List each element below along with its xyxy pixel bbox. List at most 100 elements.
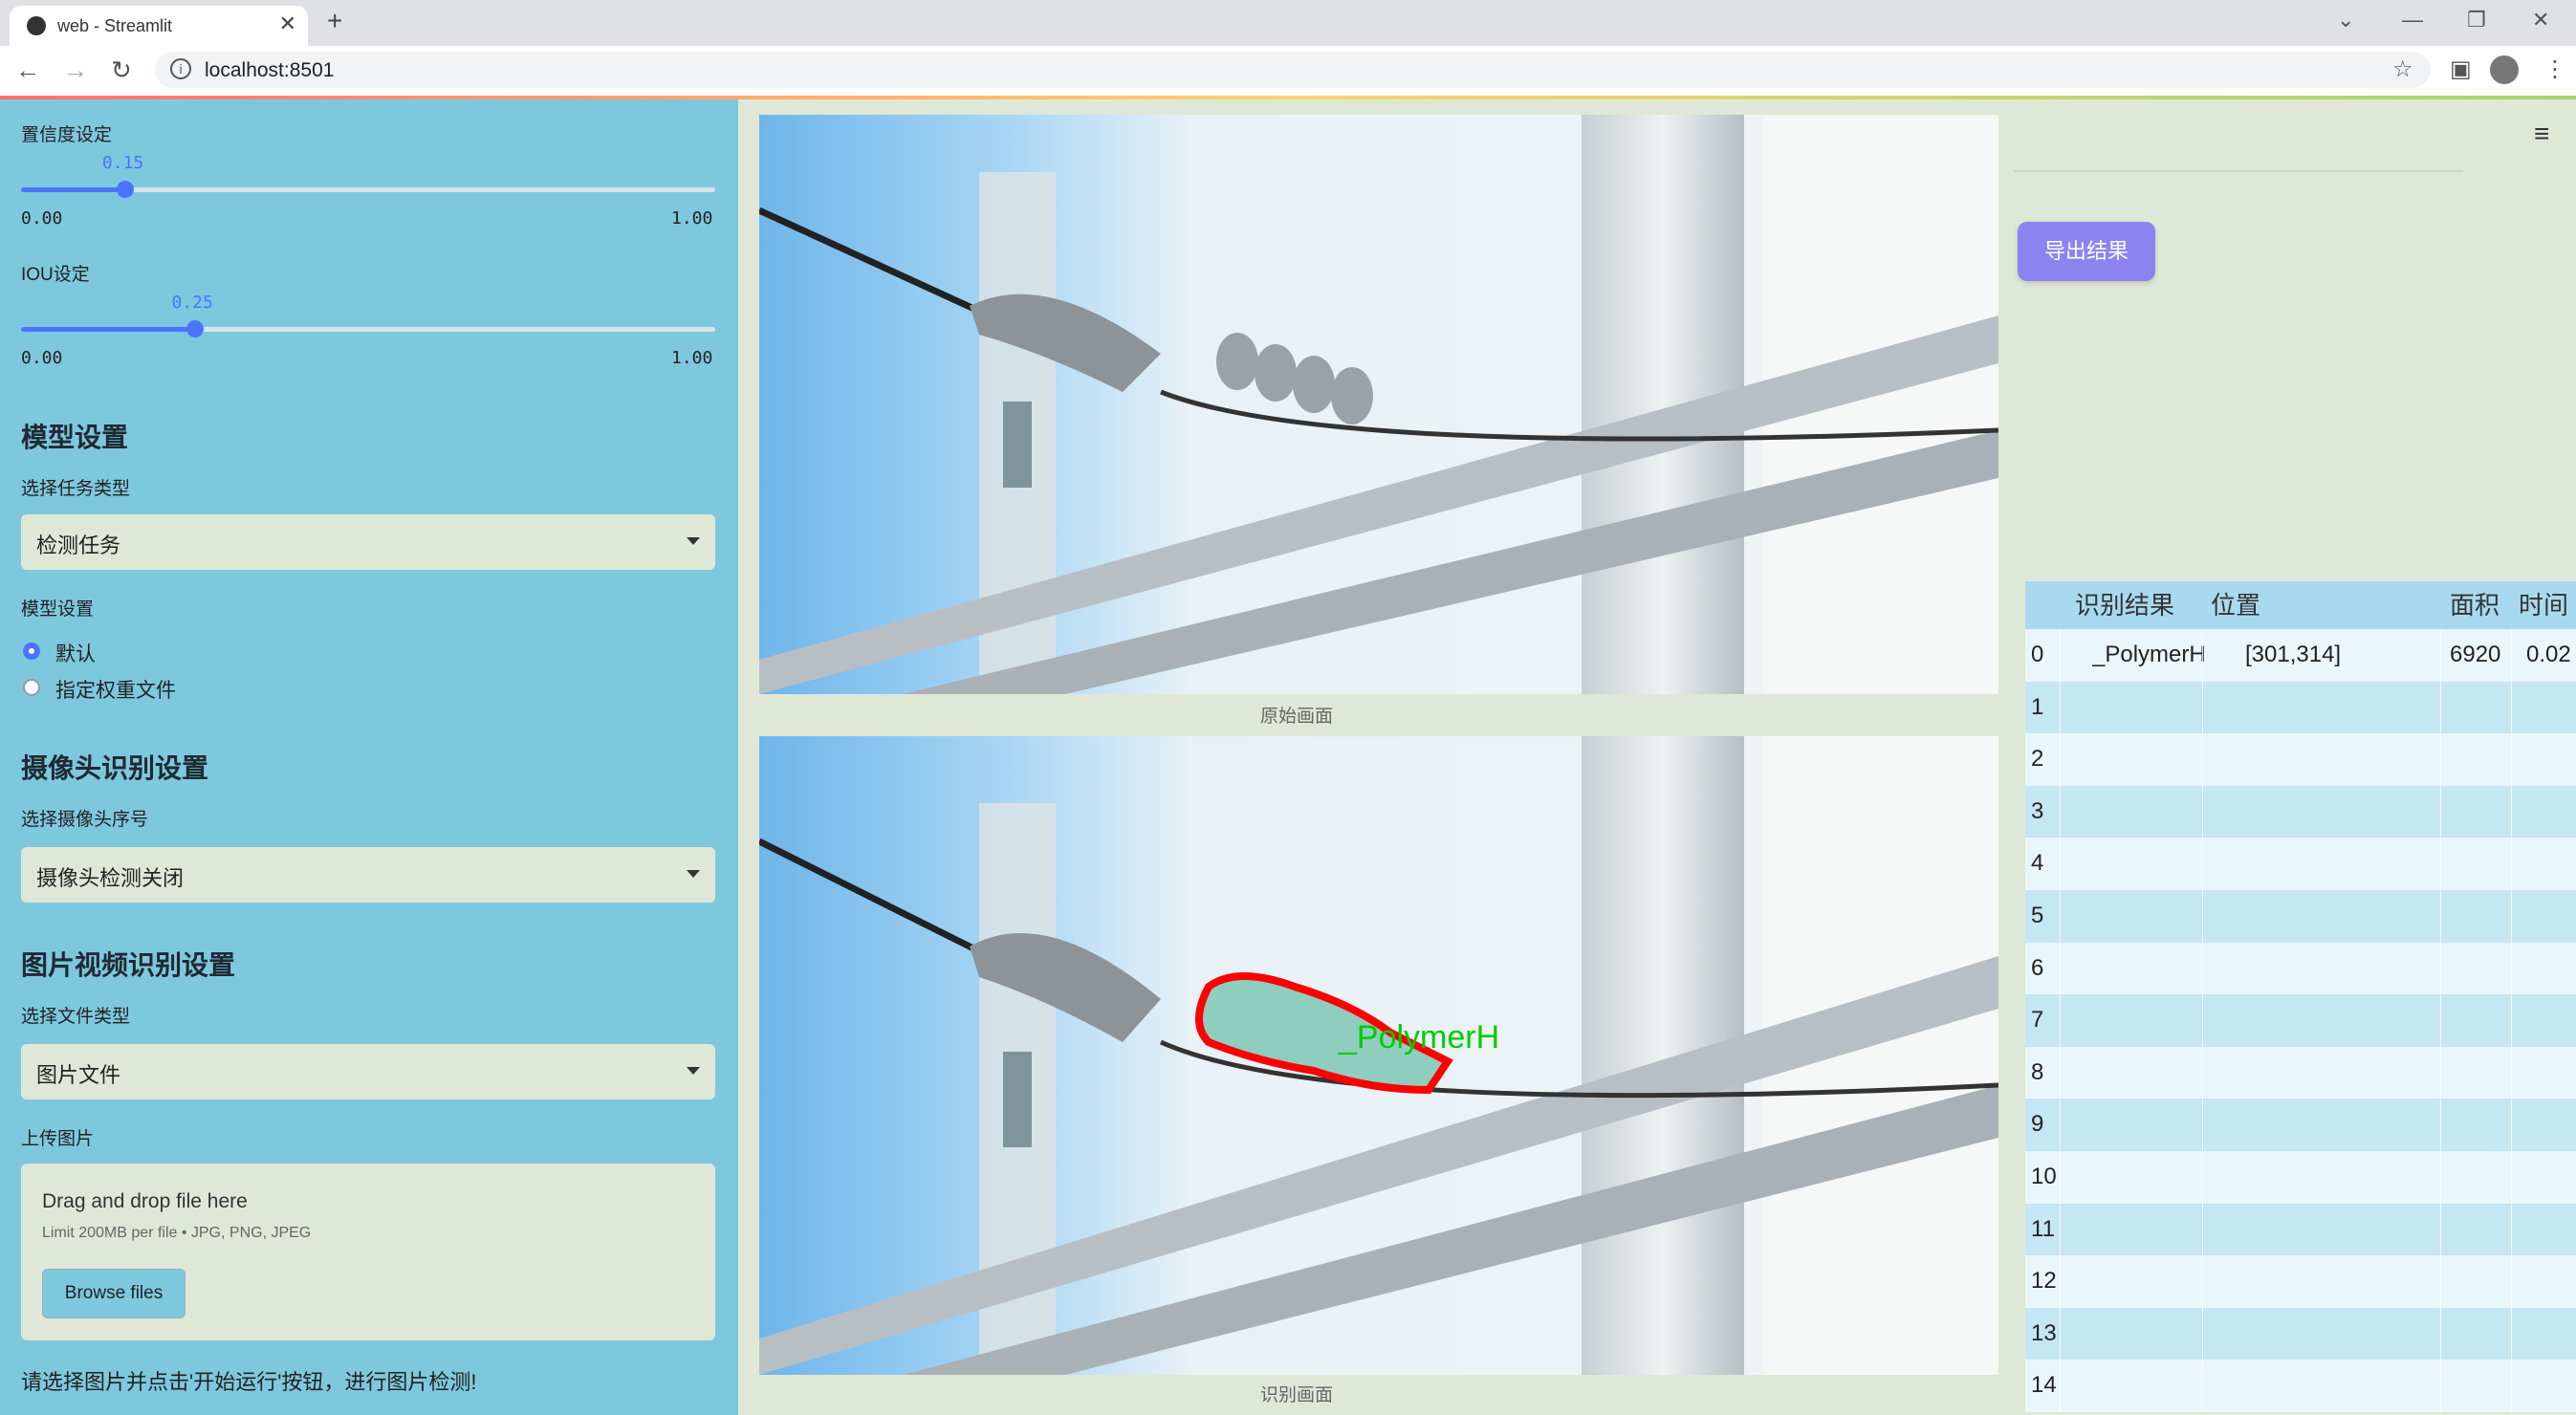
column-divider: [2060, 1046, 2061, 1099]
column-divider: [2202, 1046, 2203, 1099]
column-divider: [2202, 1151, 2203, 1204]
table-row[interactable]: 14: [2025, 1360, 2576, 1412]
confidence-min: 0.00: [21, 208, 63, 229]
radio-default[interactable]: [23, 642, 40, 660]
header-result[interactable]: 识别结果: [2075, 581, 2174, 629]
table-row[interactable]: 2: [2025, 733, 2576, 786]
task-type-select[interactable]: 检测任务: [21, 514, 715, 570]
table-row[interactable]: 1: [2025, 681, 2576, 734]
column-divider: [2511, 1360, 2512, 1412]
table-row[interactable]: 0 _PolymerH [301,314] 6920 0.02: [2025, 629, 2576, 682]
dropzone-limit: Limit 200MB per file • JPG, PNG, JPEG: [42, 1225, 312, 1241]
plus-icon[interactable]: +: [327, 6, 342, 36]
column-divider: [2440, 1255, 2441, 1308]
column-divider: [2440, 838, 2441, 890]
column-divider: [2202, 785, 2203, 838]
chevron-down-icon: [687, 870, 700, 878]
row-index: 10: [2031, 1164, 2057, 1189]
file-type-select[interactable]: 图片文件: [21, 1044, 715, 1099]
column-divider: [2202, 1255, 2203, 1308]
upload-label: 上传图片: [21, 1129, 95, 1149]
table-row[interactable]: 11: [2025, 1203, 2576, 1256]
detected-image: _PolymerH: [759, 736, 1998, 1375]
iou-slider-thumb[interactable]: [186, 320, 204, 337]
file-type-label: 选择文件类型: [21, 1007, 131, 1027]
dropzone-title: Drag and drop file here: [42, 1190, 248, 1212]
export-results-button[interactable]: 导出结果: [2018, 222, 2155, 281]
column-divider: [2440, 629, 2441, 682]
column-divider: [2440, 681, 2441, 734]
close-icon[interactable]: ✕: [279, 11, 296, 36]
table-row[interactable]: 4: [2025, 838, 2576, 890]
column-divider: [2511, 681, 2512, 734]
minimize-icon[interactable]: —: [2402, 8, 2423, 33]
column-divider: [2511, 1151, 2512, 1204]
window-close-icon[interactable]: ✕: [2532, 8, 2549, 33]
confidence-slider-thumb[interactable]: [116, 181, 134, 198]
column-divider: [2060, 890, 2061, 943]
forward-icon[interactable]: →: [63, 55, 88, 85]
iou-slider[interactable]: [21, 320, 715, 337]
camera-select[interactable]: 摄像头检测关闭: [21, 847, 715, 903]
radio-custom-weights-label[interactable]: 指定权重文件: [55, 675, 176, 704]
cell-position: [301,314]: [2245, 642, 2342, 667]
chevron-down-icon: [687, 1067, 700, 1075]
table-row[interactable]: 13: [2025, 1307, 2576, 1361]
column-divider: [2060, 681, 2061, 734]
browser-tab[interactable]: web - Streamlit ✕: [10, 6, 308, 46]
table-row[interactable]: 12: [2025, 1255, 2576, 1308]
url-field[interactable]: i localhost:8501: [155, 52, 2431, 88]
restore-icon[interactable]: ❐: [2467, 8, 2486, 33]
file-uploader-dropzone[interactable]: Drag and drop file here Limit 200MB per …: [21, 1164, 715, 1340]
table-row[interactable]: 5: [2025, 890, 2576, 943]
back-icon[interactable]: ←: [15, 55, 40, 85]
table-row[interactable]: 7: [2025, 994, 2576, 1047]
confidence-slider[interactable]: [21, 181, 715, 198]
table-header-row: 识别结果 位置 面积 时间: [2025, 581, 2576, 629]
streamlit-favicon-icon: [27, 16, 46, 35]
menu-icon[interactable]: ⋮: [2543, 55, 2566, 83]
model-settings-header: 模型设置: [21, 423, 129, 452]
column-divider: [2202, 994, 2203, 1047]
row-index: 13: [2031, 1319, 2057, 1346]
header-time[interactable]: 时间: [2519, 581, 2568, 629]
column-divider: [2060, 1255, 2061, 1308]
task-type-value: 检测任务: [36, 533, 121, 557]
table-row[interactable]: 3: [2025, 785, 2576, 838]
browse-files-button[interactable]: Browse files: [42, 1269, 186, 1318]
column-divider: [2202, 629, 2203, 682]
info-icon[interactable]: i: [170, 58, 191, 79]
header-position[interactable]: 位置: [2211, 581, 2260, 629]
divider: [2014, 170, 2463, 172]
column-divider: [2511, 838, 2512, 890]
reload-icon[interactable]: ↻: [111, 55, 132, 85]
column-divider: [2060, 785, 2061, 838]
column-divider: [2511, 1046, 2512, 1099]
table-row[interactable]: 9: [2025, 1099, 2576, 1151]
table-row[interactable]: 8: [2025, 1046, 2576, 1099]
avatar-icon[interactable]: [2490, 55, 2519, 84]
table-row[interactable]: 6: [2025, 942, 2576, 995]
address-bar: ← → ↻ i localhost:8501 ☆ ▣ ⋮: [0, 46, 2576, 97]
cell-result: _PolymerH: [2092, 642, 2206, 667]
column-divider: [2511, 785, 2512, 838]
header-area[interactable]: 面积: [2450, 581, 2500, 629]
iou-label: IOU设定: [21, 265, 90, 285]
star-icon[interactable]: ☆: [2392, 55, 2413, 83]
table-row[interactable]: 10: [2025, 1151, 2576, 1204]
iou-max: 1.00: [671, 348, 713, 368]
radio-default-label[interactable]: 默认: [55, 639, 96, 667]
radio-custom-weights[interactable]: [23, 679, 40, 696]
camera-index-label: 选择摄像头序号: [21, 810, 149, 830]
column-divider: [2060, 629, 2061, 682]
chevron-down-icon[interactable]: ⌄: [2337, 8, 2354, 33]
url-text[interactable]: localhost:8501: [205, 59, 334, 82]
column-divider: [2511, 1203, 2512, 1256]
original-caption: 原始画面: [1260, 707, 1334, 727]
cell-area: 6920: [2450, 642, 2501, 667]
hamburger-icon[interactable]: ≡: [2534, 119, 2549, 149]
column-divider: [2511, 733, 2512, 786]
confidence-max: 1.00: [671, 208, 713, 229]
sidepanel-icon[interactable]: ▣: [2450, 55, 2472, 83]
detected-caption: 识别画面: [1260, 1385, 1334, 1405]
